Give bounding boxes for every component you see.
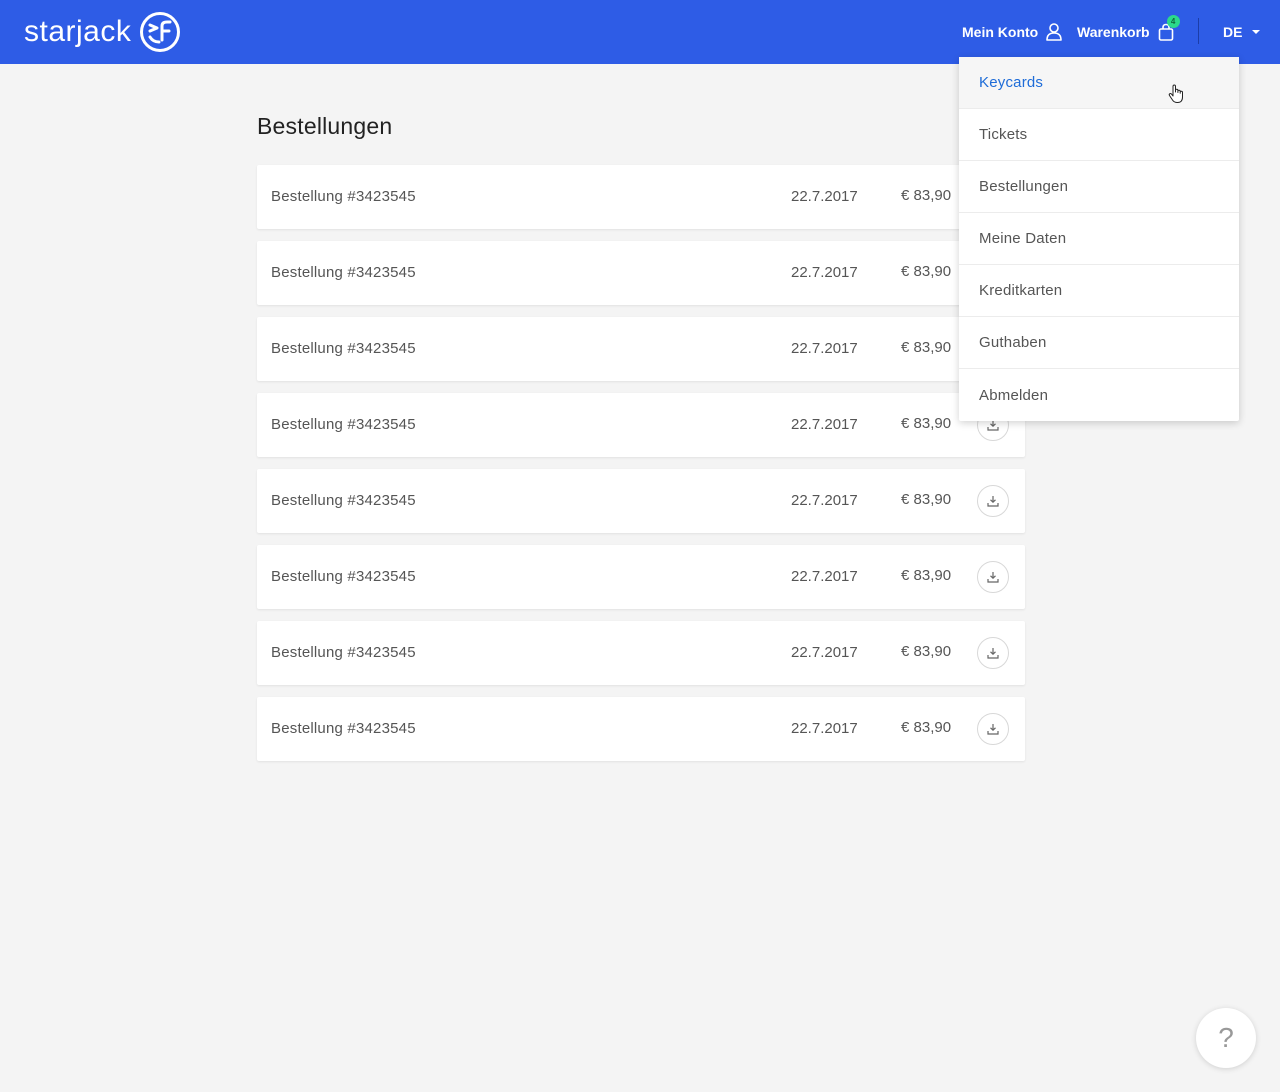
order-number: Bestellung #3423545	[271, 492, 416, 509]
order-price: € 83,90	[901, 719, 952, 736]
top-navigation-bar: starjack Mein Konto Warenkorb 4 DE	[0, 0, 1280, 64]
order-row[interactable]: Bestellung #3423545 22.7.2017 € 83,90	[257, 241, 1025, 305]
order-number: Bestellung #3423545	[271, 264, 416, 281]
order-date: 22.7.2017	[791, 568, 858, 585]
menu-item-logout[interactable]: Abmelden	[959, 369, 1239, 421]
order-price: € 83,90	[901, 263, 952, 280]
orders-list: Bestellung #3423545 22.7.2017 € 83,90 Be…	[257, 165, 1025, 773]
order-row[interactable]: Bestellung #3423545 22.7.2017 € 83,90	[257, 469, 1025, 533]
order-date: 22.7.2017	[791, 416, 858, 433]
order-number: Bestellung #3423545	[271, 720, 416, 737]
order-number: Bestellung #3423545	[271, 644, 416, 661]
download-icon	[987, 572, 999, 583]
order-number: Bestellung #3423545	[271, 188, 416, 205]
order-price: € 83,90	[901, 491, 952, 508]
cart-icon-wrapper: 4	[1158, 15, 1180, 42]
cart-label: Warenkorb	[1077, 24, 1150, 40]
help-icon: ?	[1218, 1022, 1234, 1053]
order-row[interactable]: Bestellung #3423545 22.7.2017 € 83,90	[257, 697, 1025, 761]
order-date: 22.7.2017	[791, 720, 858, 737]
order-row[interactable]: Bestellung #3423545 22.7.2017 € 83,90	[257, 393, 1025, 457]
order-number: Bestellung #3423545	[271, 416, 416, 433]
order-date: 22.7.2017	[791, 340, 858, 357]
menu-item-orders[interactable]: Bestellungen	[959, 161, 1239, 213]
download-icon	[987, 648, 999, 659]
order-number: Bestellung #3423545	[271, 568, 416, 585]
download-invoice-button[interactable]	[977, 713, 1009, 745]
download-invoice-button[interactable]	[977, 637, 1009, 669]
order-price: € 83,90	[901, 339, 952, 356]
menu-item-tickets[interactable]: Tickets	[959, 109, 1239, 161]
order-price: € 83,90	[901, 567, 952, 584]
page-title: Bestellungen	[257, 113, 393, 139]
hand-pointer-cursor-icon	[1168, 84, 1183, 103]
logo-link[interactable]: starjack	[24, 10, 181, 54]
user-icon	[1046, 23, 1063, 41]
order-row[interactable]: Bestellung #3423545 22.7.2017 € 83,90	[257, 165, 1025, 229]
menu-item-my-data[interactable]: Meine Daten	[959, 213, 1239, 265]
my-account-menu-button[interactable]: Mein Konto	[962, 18, 1063, 46]
menu-item-credit-balance[interactable]: Guthaben	[959, 317, 1239, 369]
language-selector[interactable]: DE	[1223, 18, 1261, 46]
download-icon	[987, 496, 999, 507]
order-row[interactable]: Bestellung #3423545 22.7.2017 € 83,90	[257, 545, 1025, 609]
order-date: 22.7.2017	[791, 188, 858, 205]
order-row[interactable]: Bestellung #3423545 22.7.2017 € 83,90	[257, 317, 1025, 381]
my-account-label: Mein Konto	[962, 24, 1039, 40]
logo-mark-icon	[140, 12, 181, 52]
cart-button[interactable]: Warenkorb 4	[1077, 15, 1180, 46]
nav-divider	[1198, 18, 1199, 44]
order-number: Bestellung #3423545	[271, 340, 416, 357]
chevron-down-icon	[1252, 30, 1261, 34]
download-invoice-button[interactable]	[977, 485, 1009, 517]
order-date: 22.7.2017	[791, 644, 858, 661]
menu-item-credit-cards[interactable]: Kreditkarten	[959, 265, 1239, 317]
order-row[interactable]: Bestellung #3423545 22.7.2017 € 83,90	[257, 621, 1025, 685]
account-dropdown-menu: Keycards Tickets Bestellungen Meine Date…	[959, 57, 1239, 421]
download-invoice-button[interactable]	[977, 561, 1009, 593]
language-label: DE	[1223, 24, 1243, 40]
download-icon	[987, 724, 999, 735]
order-price: € 83,90	[901, 643, 952, 660]
order-price: € 83,90	[901, 415, 952, 432]
order-date: 22.7.2017	[791, 492, 858, 509]
order-date: 22.7.2017	[791, 264, 858, 281]
cart-count-badge: 4	[1166, 15, 1180, 28]
menu-item-keycards[interactable]: Keycards	[959, 57, 1239, 109]
help-button[interactable]: ?	[1196, 1008, 1256, 1068]
logo-text: starjack	[24, 15, 132, 48]
order-price: € 83,90	[901, 187, 952, 204]
